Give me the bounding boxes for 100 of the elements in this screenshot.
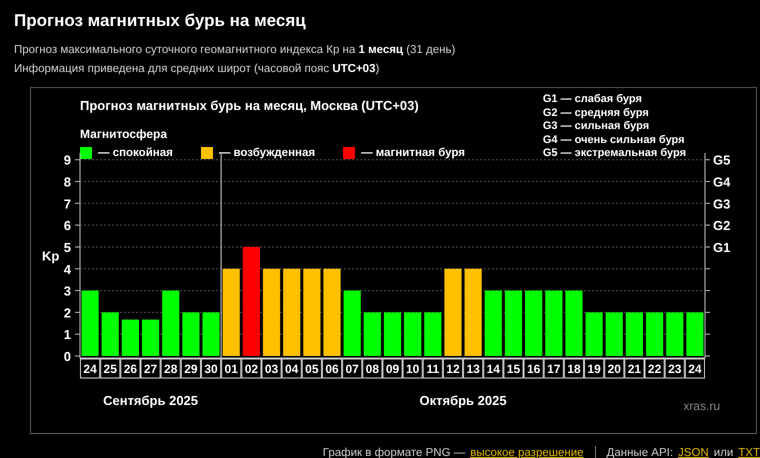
day-label: 06 — [325, 362, 339, 376]
day-label-box — [100, 358, 120, 378]
day-label: 29 — [184, 362, 198, 376]
kp-bar — [686, 312, 704, 356]
day-label-box — [302, 358, 322, 378]
g-axis-label: G1 — [713, 240, 730, 255]
day-label-box — [422, 358, 443, 378]
legend-label: — возбужденная — [218, 147, 316, 159]
day-label: 18 — [567, 362, 581, 376]
subtitle-text: Прогноз максимального суточного геомагнитного индекса Кр на 1 месяц (31 день) — [14, 44, 456, 56]
kp-bar — [545, 290, 562, 356]
y-axis-tick — [74, 334, 80, 335]
day-label: 22 — [648, 362, 662, 376]
day-label: 05 — [305, 362, 319, 376]
storm-level-text: G3 — сильная буря — [542, 120, 650, 134]
g-axis-label: G4 — [713, 174, 730, 190]
kp-bar — [82, 290, 99, 356]
day-label: 14 — [486, 362, 500, 376]
api-label: Данные API: — [606, 446, 674, 458]
day-label-box — [483, 358, 504, 378]
y-axis-tick — [74, 290, 80, 292]
g-axis-label: G3 — [713, 196, 730, 212]
kp-bar — [484, 290, 502, 356]
y-tick-label: 3 — [64, 284, 71, 299]
kp-bar — [586, 312, 603, 356]
day-label: 27 — [144, 362, 158, 376]
day-label-box — [524, 358, 544, 378]
day-label-box — [241, 358, 262, 378]
subtitle-text: Информация приведена для средних широт (часовой пояс UTC+03) — [14, 63, 380, 75]
txt-link[interactable]: TXT — [738, 446, 760, 458]
storm-level-text: G5 — экстремальная буря — [542, 147, 686, 160]
day-label: 23 — [668, 362, 682, 376]
day-label-box — [544, 358, 564, 378]
kp-bar — [182, 312, 200, 356]
day-label: 11 — [426, 362, 440, 376]
day-label: 02 — [244, 362, 258, 376]
day-label-box — [322, 358, 342, 378]
footer-text: График в формате PNG — — [322, 446, 466, 458]
y-tick-label: 4 — [64, 262, 71, 277]
day-label: 12 — [446, 362, 460, 376]
storm-level-text: G4 — очень сильная буря — [542, 134, 686, 147]
kp-bar — [666, 312, 684, 356]
kp-bar — [142, 320, 160, 356]
kp-bar — [162, 290, 180, 356]
day-label: 07 — [346, 362, 359, 376]
legend-label: — магнитная буря — [361, 147, 465, 159]
y-axis-tick — [74, 268, 80, 270]
y-axis-label: Kp — [42, 248, 60, 264]
day-label-box — [180, 358, 201, 378]
legend-title: Магнитосфера — [80, 127, 168, 141]
y-axis-tick — [74, 224, 80, 226]
y-tick-label: 0 — [64, 349, 71, 364]
kp-bar — [364, 312, 381, 356]
kp-bar — [565, 290, 583, 356]
day-label-box — [221, 358, 242, 378]
day-label-box — [442, 358, 464, 378]
day-label: 19 — [587, 362, 601, 376]
g-axis-label: G5 — [713, 153, 730, 168]
day-label: 17 — [547, 362, 560, 376]
day-label: 04 — [285, 362, 298, 376]
day-label: 20 — [608, 362, 621, 376]
day-label: 10 — [406, 362, 420, 376]
kp-bar — [122, 320, 139, 356]
day-label-box — [402, 358, 423, 378]
day-label: 09 — [386, 362, 400, 376]
day-label-box — [564, 358, 584, 378]
day-label: 03 — [264, 362, 278, 376]
credit-text: xras.ru — [683, 399, 720, 413]
day-label-box — [584, 358, 604, 378]
day-label: 25 — [104, 362, 117, 376]
day-label-box — [624, 358, 645, 378]
kp-bar — [424, 312, 442, 356]
high-resolution-link[interactable]: высокое разрешение — [470, 446, 584, 458]
day-label-box — [463, 358, 484, 378]
day-label-box — [664, 358, 685, 378]
y-axis-tick — [74, 181, 80, 182]
kp-bar — [404, 312, 422, 356]
y-axis-tick — [74, 246, 80, 248]
y-tick-label: 2 — [64, 305, 71, 320]
day-label: 13 — [466, 362, 480, 376]
kp-bar — [626, 312, 644, 356]
kp-bar — [504, 290, 522, 356]
day-label-box — [684, 358, 705, 378]
storm-level-text: G1 — слабая буря — [542, 93, 643, 106]
y-axis-tick — [74, 312, 80, 313]
storm-level-text: G2 — средняя буря — [542, 106, 650, 120]
day-label-box — [261, 358, 282, 378]
legend-label: — спокойная — [98, 147, 173, 159]
day-label: 15 — [506, 362, 520, 376]
day-label-box — [160, 358, 181, 378]
day-label: 08 — [366, 362, 380, 376]
chart-title: Прогноз магнитных бурь на месяц, Москва (UTC+03) — [80, 98, 420, 113]
day-label-box — [604, 358, 624, 378]
kp-bar — [102, 312, 119, 356]
json-link[interactable]: JSON — [678, 446, 709, 458]
y-tick-label: 9 — [64, 153, 71, 168]
kp-bar — [525, 290, 542, 356]
day-label: 26 — [124, 362, 138, 376]
day-label-box — [140, 358, 161, 378]
day-label: 28 — [164, 362, 178, 376]
